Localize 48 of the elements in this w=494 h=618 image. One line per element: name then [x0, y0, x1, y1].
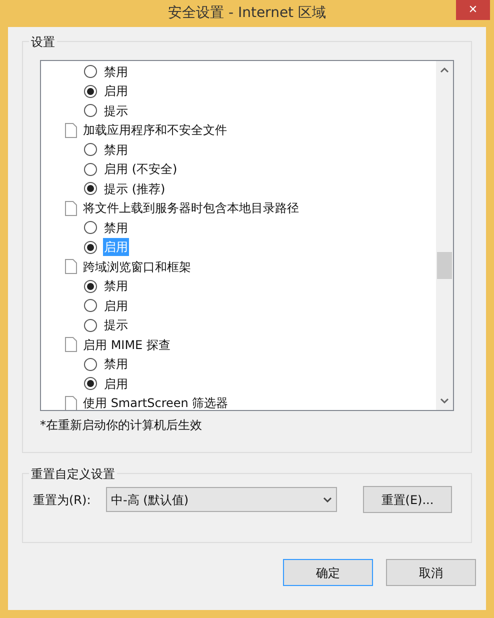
setting-name: 加载应用程序和不安全文件 — [83, 122, 227, 140]
option-label[interactable]: 禁用 — [103, 218, 129, 237]
radio-button[interactable] — [84, 84, 97, 98]
option-label[interactable]: 提示 (推荐) — [103, 180, 166, 198]
radio-button[interactable] — [84, 221, 97, 234]
option-label[interactable]: 启用 — [103, 296, 129, 315]
option-label[interactable]: 启用 (不安全) — [103, 160, 178, 178]
radio-button[interactable] — [84, 143, 97, 156]
cancel-button[interactable]: 取消 — [386, 559, 476, 586]
group-label: 重置自定义设置 — [29, 465, 117, 483]
option-label[interactable]: 禁用 — [103, 277, 129, 296]
document-icon — [65, 259, 77, 274]
option-label[interactable]: 提示 — [103, 102, 129, 120]
ok-button[interactable]: 确定 — [283, 559, 373, 586]
restart-note: *在重新启动你的计算机后生效 — [40, 417, 203, 434]
radio-button[interactable] — [84, 182, 97, 196]
option-label[interactable]: 禁用 — [103, 355, 129, 374]
radio-button[interactable] — [84, 358, 97, 371]
setting-name: 启用 MIME 探查 — [83, 336, 170, 354]
radio-button[interactable] — [84, 377, 97, 390]
option-label[interactable]: 禁用 — [103, 62, 129, 81]
chevron-down-icon — [323, 496, 332, 502]
document-icon — [65, 337, 77, 352]
window-title: 安全设置 - Internet 区域 — [168, 4, 326, 23]
radio-button[interactable] — [84, 65, 97, 78]
field-label: 重置为(R): — [33, 492, 92, 508]
option-label[interactable]: 启用 — [103, 82, 129, 100]
scroll-down-icon[interactable] — [440, 398, 449, 404]
radio-button[interactable] — [84, 299, 97, 312]
document-icon — [65, 200, 77, 216]
scrollbar[interactable] — [436, 61, 453, 410]
radio-button[interactable] — [84, 104, 97, 118]
reset-level-dropdown[interactable]: 中-高 (默认值) — [106, 487, 337, 512]
option-label[interactable]: 启用 — [103, 374, 129, 393]
radio-button[interactable] — [84, 280, 97, 293]
reset-button[interactable]: 重置(E)... — [363, 486, 452, 513]
setting-name: 使用 SmartScreen 筛选器 — [83, 395, 228, 410]
document-icon — [65, 122, 77, 138]
close-button[interactable]: ✕ — [456, 0, 490, 20]
radio-button[interactable] — [84, 318, 97, 332]
scroll-thumb[interactable] — [437, 252, 452, 279]
setting-name: 跨域浏览窗口和框架 — [83, 258, 191, 276]
option-label[interactable]: 提示 — [103, 316, 129, 334]
option-label[interactable]: 禁用 — [103, 140, 129, 159]
radio-button[interactable] — [84, 162, 97, 176]
radio-button[interactable] — [84, 240, 97, 254]
scroll-up-icon[interactable] — [440, 67, 449, 73]
setting-name: 将文件上载到服务器时包含本地目录路径 — [83, 200, 299, 218]
